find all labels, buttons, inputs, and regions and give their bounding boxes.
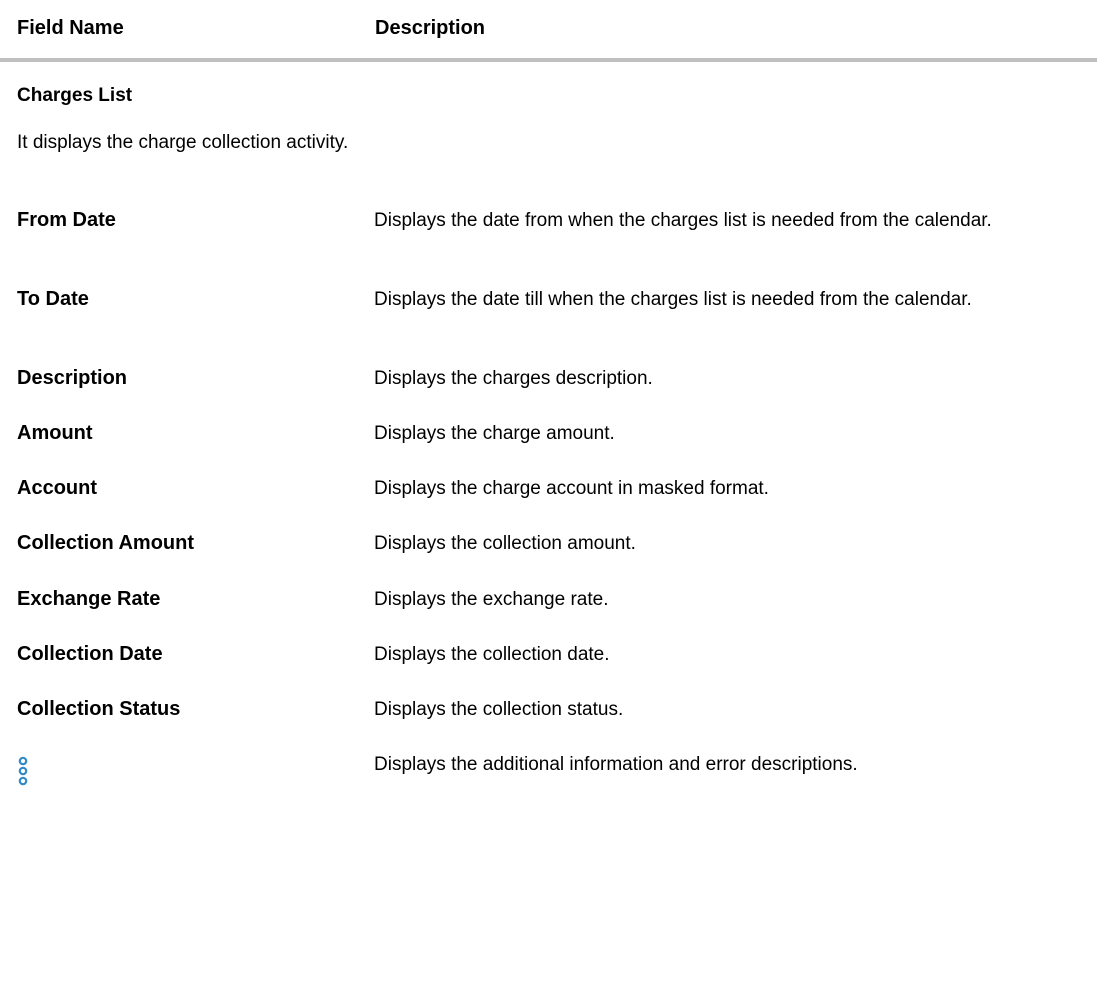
field-description: Displays the date from when the charges … <box>374 210 992 231</box>
field-name-header: Field Name <box>17 17 124 39</box>
field-description-document: Field Name Description Charges List It d… <box>0 0 1097 994</box>
field-label: Collection Status <box>17 698 181 720</box>
table-header: Field Name Description <box>0 0 1097 62</box>
field-label: Collection Date <box>17 643 163 665</box>
section-description: It displays the charge collection activi… <box>17 132 349 153</box>
description-header: Description <box>375 17 486 39</box>
field-description: Displays the charges description. <box>374 368 653 389</box>
field-description: Displays the date till when the charges … <box>374 289 972 310</box>
field-label: Collection Amount <box>17 532 195 554</box>
field-label: From Date <box>17 209 116 231</box>
field-label: Account <box>17 477 97 499</box>
field-label: Description <box>17 367 128 389</box>
field-description: Displays the exchange rate. <box>374 589 609 610</box>
field-description: Displays the collection status. <box>374 699 624 720</box>
vertical-ellipsis-icon <box>17 754 35 788</box>
field-label: Exchange Rate <box>17 588 161 610</box>
field-description: Displays the charge amount. <box>374 423 615 444</box>
field-description: Displays the additional information and … <box>374 754 858 775</box>
field-label: To Date <box>17 288 89 310</box>
section-title: Charges List <box>17 85 133 106</box>
field-description: Displays the collection date. <box>374 644 610 665</box>
field-label: Amount <box>17 422 93 444</box>
field-description: Displays the collection amount. <box>374 533 636 554</box>
field-description: Displays the charge account in masked fo… <box>374 478 769 499</box>
